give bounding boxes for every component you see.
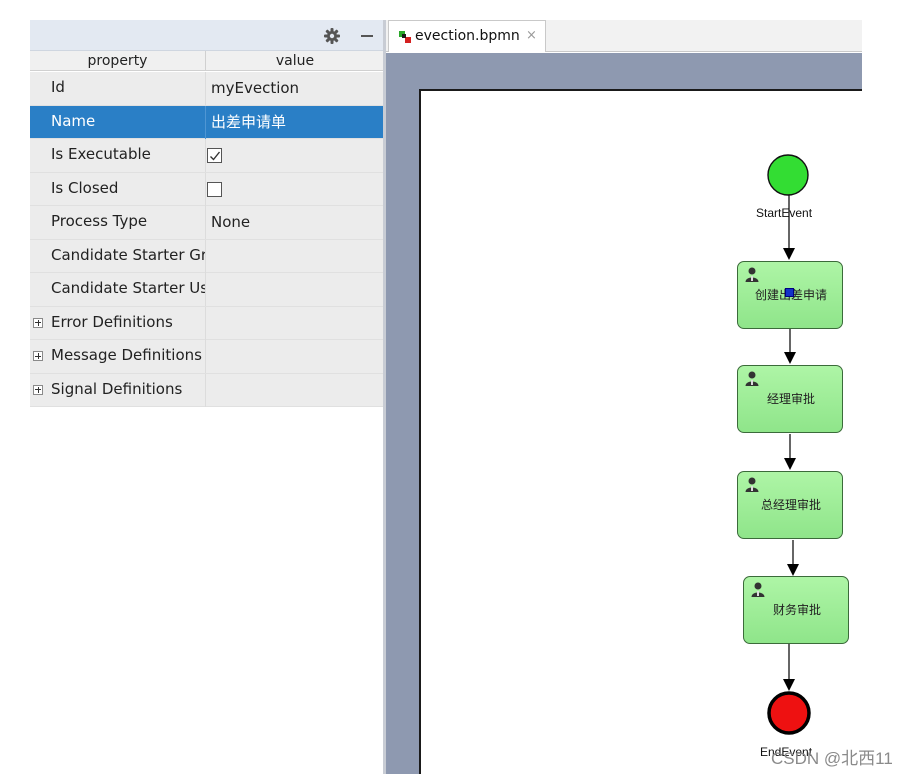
user-icon	[751, 582, 765, 597]
task-label: 经理审批	[766, 392, 815, 406]
start-event-label: StartEvent	[756, 206, 813, 220]
user-task-finance-approval[interactable]: 财务审批	[743, 576, 849, 644]
user-icon	[745, 267, 759, 282]
start-event	[767, 154, 809, 196]
task-label: 总经理审批	[760, 498, 821, 512]
arrowhead-icon	[787, 564, 799, 576]
task-label: 财务审批	[772, 603, 821, 617]
arrowhead-icon	[784, 458, 796, 470]
user-task-create-application[interactable]: 创建出差申请	[737, 261, 843, 329]
bpmn-diagram: StartEvent 创建出差申请 经理审批 总经理审批 财	[0, 0, 919, 774]
arrowhead-icon	[783, 679, 795, 691]
end-event	[767, 691, 811, 735]
user-icon	[745, 371, 759, 386]
selection-handle[interactable]	[785, 288, 794, 297]
arrowhead-icon	[783, 248, 795, 260]
arrowhead-icon	[784, 352, 796, 364]
user-icon	[745, 477, 759, 492]
user-task-general-manager-approval[interactable]: 总经理审批	[737, 471, 843, 539]
user-task-manager-approval[interactable]: 经理审批	[737, 365, 843, 433]
watermark: CSDN @北西11	[771, 749, 893, 768]
